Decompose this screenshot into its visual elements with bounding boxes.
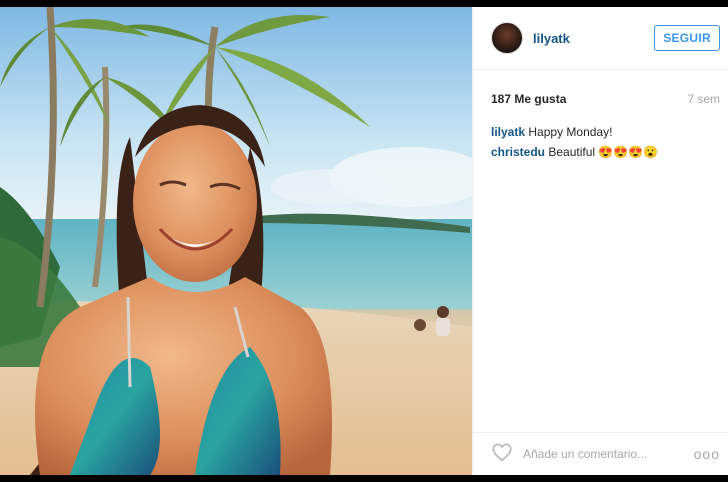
likes-count[interactable]: 187 Me gusta: [491, 92, 566, 106]
comment-username[interactable]: lilyatk: [491, 125, 525, 139]
post-header: lilyatk SEGUIR: [473, 7, 728, 70]
comment-item: christedu Beautiful 😍😍😍😮: [491, 142, 718, 162]
post-username[interactable]: lilyatk: [533, 31, 654, 46]
post-meta: 187 Me gusta 7 sem: [473, 70, 728, 106]
comment-composer: Añade un comentario... ooo: [473, 432, 728, 475]
add-comment-input[interactable]: Añade un comentario...: [523, 447, 694, 461]
heart-icon[interactable]: [491, 441, 513, 468]
post-photo: [0, 7, 472, 475]
follow-button[interactable]: SEGUIR: [654, 25, 720, 51]
comment-text: Beautiful 😍😍😍😮: [548, 145, 659, 159]
beach-selfie-photo: [0, 7, 472, 475]
comment-username[interactable]: christedu: [491, 145, 545, 159]
post-sidebar: lilyatk SEGUIR 187 Me gusta 7 sem lilyat…: [472, 7, 728, 475]
post-time[interactable]: 7 sem: [687, 92, 720, 106]
more-options-icon[interactable]: ooo: [694, 446, 720, 462]
comments-list: lilyatk Happy Monday! christedu Beautifu…: [473, 106, 728, 162]
post-modal: lilyatk SEGUIR 187 Me gusta 7 sem lilyat…: [0, 7, 728, 475]
comment-text: Happy Monday!: [528, 125, 613, 139]
avatar[interactable]: [491, 22, 523, 54]
comment-item: lilyatk Happy Monday!: [491, 122, 718, 142]
